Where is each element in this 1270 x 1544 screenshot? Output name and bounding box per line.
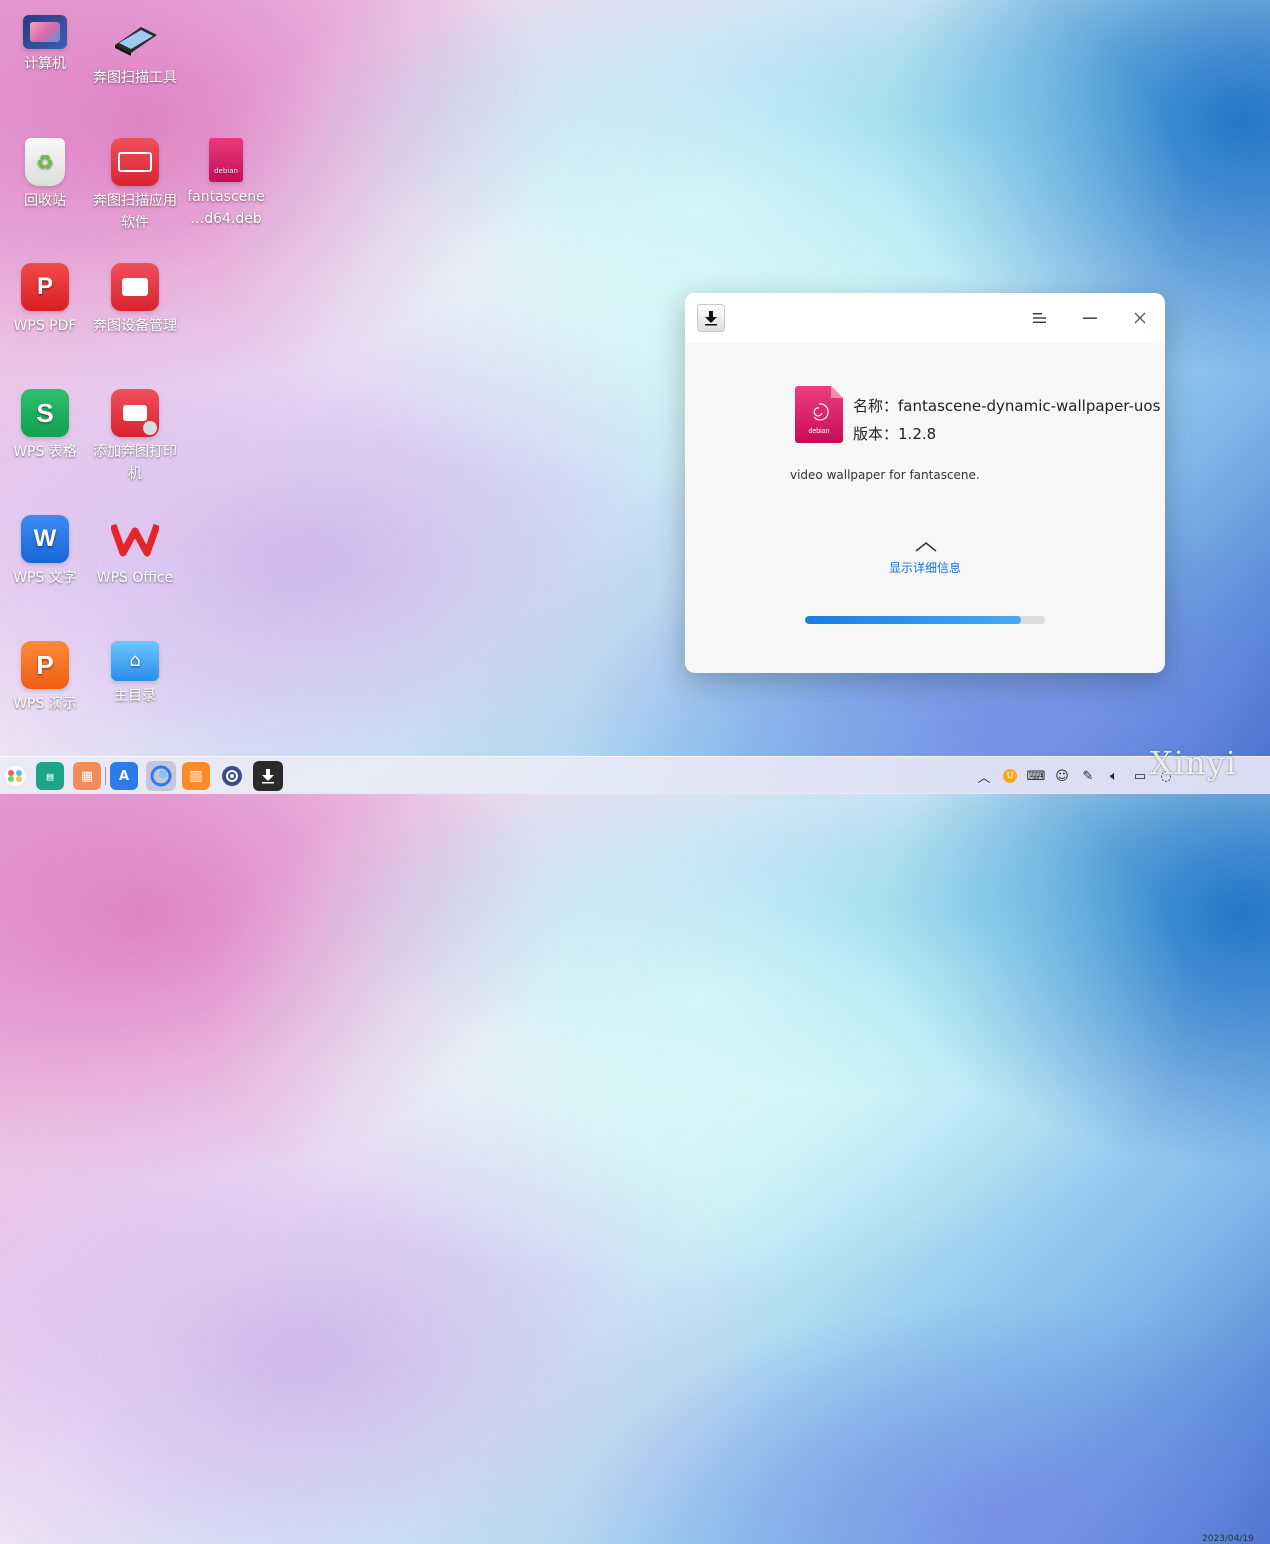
desktop-icon-add-pantum-printer[interactable]: 添加奔图打印机 bbox=[92, 389, 178, 485]
trash-icon: ♻ bbox=[25, 138, 65, 186]
progress-fill bbox=[805, 616, 1021, 624]
deb-file-icon: debian bbox=[209, 138, 243, 182]
app-store-button[interactable]: A bbox=[110, 762, 138, 790]
debian-badge: debian bbox=[808, 428, 829, 435]
close-icon bbox=[1134, 312, 1146, 324]
titlebar bbox=[685, 293, 1165, 343]
package-installer-taskbar-button[interactable] bbox=[253, 761, 283, 791]
desktop-icon-deb-file[interactable]: debian fantascene …d64.deb bbox=[183, 138, 269, 230]
home-folder-icon: ⌂ bbox=[111, 641, 159, 681]
wps-pdf-icon: P bbox=[21, 263, 69, 311]
scanner-icon bbox=[111, 15, 159, 63]
package-description: video wallpaper for fantascene. bbox=[790, 468, 980, 482]
multitasking-icon: ▦ bbox=[80, 768, 94, 784]
desktop-icon-pantum-scan-app[interactable]: 奔图扫描应用软件 bbox=[92, 138, 178, 234]
settings-button[interactable] bbox=[218, 762, 246, 790]
desktop-icon-wps-writer[interactable]: W WPS 文字 bbox=[2, 515, 88, 589]
menu-button[interactable] bbox=[1025, 303, 1055, 333]
close-button[interactable] bbox=[1125, 303, 1155, 333]
pantum-device-manager-icon bbox=[111, 263, 159, 311]
launcher-icon bbox=[5, 766, 25, 786]
wps-spreadsheet-icon: S bbox=[21, 389, 69, 437]
desktop-icon-trash[interactable]: ♻ 回收站 bbox=[2, 138, 88, 212]
wps-writer-icon: W bbox=[21, 515, 69, 563]
qq-icon[interactable]: ☺ bbox=[1053, 767, 1071, 785]
keyboard-icon[interactable]: ⌨ bbox=[1027, 767, 1046, 785]
minimize-icon bbox=[1083, 317, 1097, 319]
desktop-icon-home-folder[interactable]: ⌂ 主目录 bbox=[92, 641, 178, 707]
terminal-icon: ▤ bbox=[46, 769, 54, 783]
desktop-icon-wps-office[interactable]: WPS Office bbox=[92, 515, 178, 589]
taskbar-date[interactable]: 2023/04/19 bbox=[1202, 1534, 1254, 1544]
wps-office-icon bbox=[111, 515, 159, 563]
package-version-row: 版本：1.2.8 bbox=[853, 423, 936, 444]
install-progress-bar bbox=[805, 616, 1045, 624]
desktop-icon-wps-presentation[interactable]: P WPS 演示 bbox=[2, 641, 88, 715]
package-name-row: 名称：fantascene-dynamic-wallpaper-uos bbox=[853, 395, 1160, 416]
wps-presentation-icon: P bbox=[21, 641, 69, 689]
deb-package-icon: debian bbox=[795, 386, 843, 443]
app-store-icon: A bbox=[118, 768, 130, 784]
computer-icon bbox=[23, 15, 67, 49]
browser-button[interactable] bbox=[146, 761, 176, 791]
package-version: 1.2.8 bbox=[898, 425, 937, 443]
terminal-button[interactable]: ▤ bbox=[36, 762, 64, 790]
battery-icon[interactable]: ▭ bbox=[1131, 767, 1149, 785]
desktop-icon-scanner-tool[interactable]: 奔图扫描工具 bbox=[92, 15, 178, 89]
taskbar-divider bbox=[105, 767, 106, 785]
add-pantum-printer-icon bbox=[111, 389, 159, 437]
minimize-button[interactable] bbox=[1075, 303, 1105, 333]
menu-icon bbox=[1033, 313, 1046, 323]
watermark: Xinyi bbox=[1150, 744, 1237, 782]
volume-icon[interactable]: 🔈︎ bbox=[1105, 767, 1123, 785]
launcher-button[interactable] bbox=[1, 762, 29, 790]
input-method-icon[interactable]: U bbox=[1001, 767, 1019, 785]
browser-icon bbox=[150, 765, 172, 787]
package-installer-taskbar-icon bbox=[262, 769, 274, 784]
chevron-up-icon[interactable] bbox=[915, 541, 937, 553]
package-installer-window: debian 名称：fantascene-dynamic-wallpaper-u… bbox=[685, 293, 1165, 673]
pantum-scan-app-icon bbox=[111, 138, 159, 186]
desktop-icon-computer[interactable]: 计算机 bbox=[2, 15, 88, 75]
gift-icon: ▥ bbox=[189, 768, 203, 784]
version-label: 版本： bbox=[853, 425, 899, 443]
gift-button[interactable]: ▥ bbox=[182, 762, 210, 790]
expand-tray-icon[interactable]: ︿ bbox=[975, 767, 993, 786]
desktop-icon-wps-pdf[interactable]: P WPS PDF bbox=[2, 263, 88, 337]
multitasking-button[interactable]: ▦ bbox=[73, 762, 101, 790]
settings-icon bbox=[222, 766, 242, 786]
pen-icon[interactable]: ✎ bbox=[1079, 767, 1097, 785]
name-label: 名称： bbox=[853, 397, 899, 415]
show-details-link[interactable]: 显示详细信息 bbox=[685, 559, 1165, 576]
package-installer-icon bbox=[697, 304, 725, 332]
desktop-icon-pantum-device-manager[interactable]: 奔图设备管理 bbox=[92, 263, 178, 337]
package-name: fantascene-dynamic-wallpaper-uos bbox=[898, 397, 1161, 415]
taskbar: ▤ ▦ A ▥ ︿ U ⌨ ☺ ✎ 🔈︎ ▭ ◌ 2023/04/19 bbox=[0, 756, 1270, 1544]
desktop-icon-wps-spreadsheet[interactable]: S WPS 表格 bbox=[2, 389, 88, 463]
